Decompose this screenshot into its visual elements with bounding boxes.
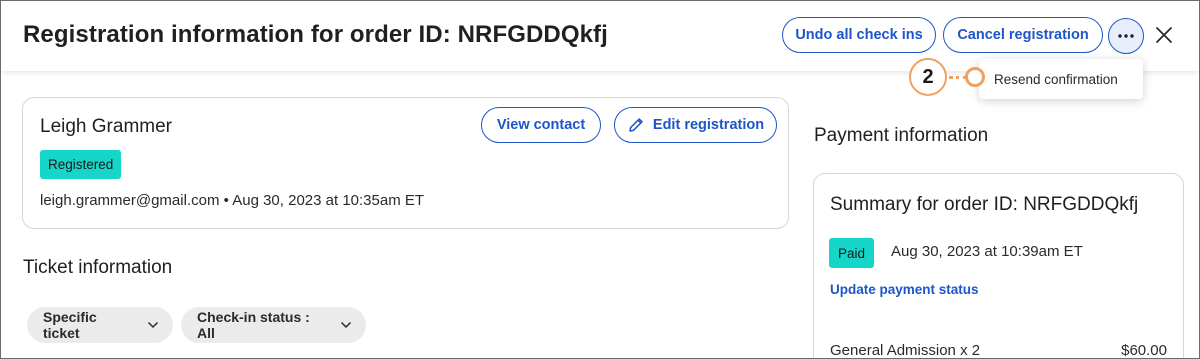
step-callout-badge: 2 bbox=[909, 58, 947, 96]
payment-status-badge: Paid bbox=[829, 238, 875, 268]
order-summary-title: Summary for order ID: NRFGDDQkfj bbox=[830, 194, 1139, 215]
specific-ticket-filter-label: Specific ticket bbox=[43, 309, 97, 341]
contact-email: leigh.grammer@gmail.com bbox=[40, 192, 220, 209]
contact-meta: leigh.grammer@gmail.com • Aug 30, 2023 a… bbox=[40, 192, 424, 209]
more-options-menu: Resend confirmation bbox=[979, 59, 1143, 99]
specific-ticket-filter[interactable]: Specific ticket bbox=[27, 307, 173, 343]
edit-registration-button[interactable]: Edit registration bbox=[614, 107, 777, 143]
line-item-label: General Admission x 2 bbox=[830, 342, 981, 359]
cancel-registration-button[interactable]: Cancel registration bbox=[943, 17, 1103, 53]
ticket-information-heading: Ticket information bbox=[23, 257, 173, 278]
chevron-down-icon bbox=[147, 321, 159, 329]
more-options-button[interactable] bbox=[1108, 18, 1144, 54]
check-in-status-filter-label: Check-in status : All bbox=[197, 309, 310, 341]
payment-date: Aug 30, 2023 at 10:39am ET bbox=[891, 243, 1083, 260]
registration-status-badge: Registered bbox=[40, 150, 122, 179]
view-contact-button[interactable]: View contact bbox=[481, 107, 601, 143]
contact-card: Leigh Grammer View contact Edit registra… bbox=[22, 97, 789, 229]
pencil-icon bbox=[627, 116, 645, 134]
more-horizontal-icon bbox=[1118, 34, 1134, 38]
menu-item-resend-confirmation[interactable]: Resend confirmation bbox=[994, 72, 1118, 87]
check-in-status-filter[interactable]: Check-in status : All bbox=[181, 307, 366, 343]
payment-summary-card: Summary for order ID: NRFGDDQkfj Paid Au… bbox=[813, 173, 1184, 359]
close-icon bbox=[1155, 26, 1173, 44]
chevron-down-icon bbox=[340, 321, 352, 329]
callout-target-ring bbox=[965, 67, 985, 87]
undo-all-check-ins-button[interactable]: Undo all check ins bbox=[782, 17, 936, 53]
line-item-price: $60.00 bbox=[1121, 342, 1167, 359]
registration-date: Aug 30, 2023 at 10:35am ET bbox=[232, 192, 425, 209]
update-payment-status-link[interactable]: Update payment status bbox=[830, 282, 979, 297]
payment-information-heading: Payment information bbox=[814, 125, 989, 146]
registration-panel: Registration information for order ID: N… bbox=[0, 0, 1200, 359]
edit-registration-label: Edit registration bbox=[652, 117, 765, 133]
page-title: Registration information for order ID: N… bbox=[23, 21, 608, 48]
meta-separator: • bbox=[223, 192, 229, 209]
contact-name: Leigh Grammer bbox=[40, 116, 172, 137]
close-button[interactable] bbox=[1152, 23, 1176, 47]
